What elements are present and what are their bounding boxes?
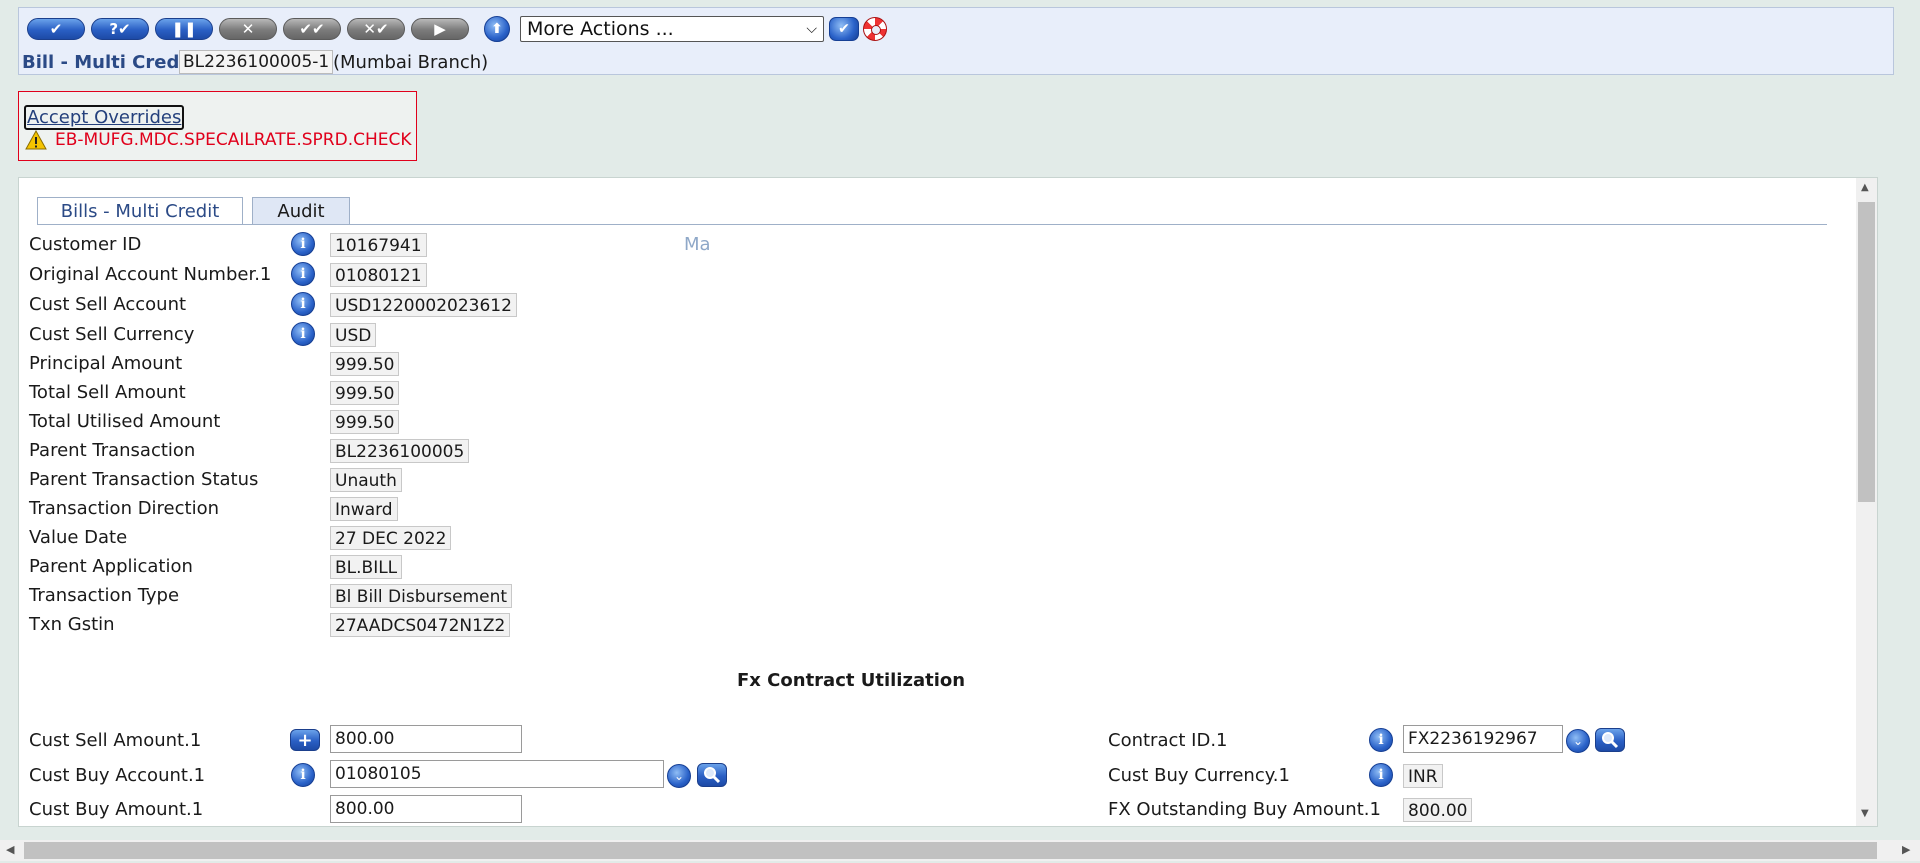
- cust-buy-amount-input[interactable]: 800.00: [330, 795, 522, 823]
- txn-gstin-label: Txn Gstin: [29, 614, 115, 635]
- lifebuoy-icon[interactable]: [863, 17, 887, 41]
- txn-gstin-value: 27AADCS0472N1Z2: [330, 613, 511, 637]
- cust-sell-amount-input[interactable]: 800.00: [330, 725, 522, 753]
- accept-overrides-link[interactable]: Accept Overrides: [24, 105, 185, 130]
- hold-button[interactable]: ❚❚: [155, 18, 213, 40]
- orig-account-label: Original Account Number.1: [29, 264, 272, 285]
- total-sell-amount-value: 999.50: [330, 381, 400, 405]
- info-icon[interactable]: i: [291, 232, 315, 256]
- fx-outstanding-label: FX Outstanding Buy Amount.1: [1108, 799, 1381, 820]
- scroll-right-icon[interactable]: ▶: [1902, 843, 1910, 856]
- cust-buy-currency-label: Cust Buy Currency.1: [1108, 765, 1290, 786]
- info-icon[interactable]: i: [291, 292, 315, 316]
- validate-button[interactable]: ?✔: [91, 18, 149, 40]
- cust-sell-currency-label: Cust Sell Currency: [29, 324, 195, 345]
- commit-button[interactable]: ✔: [27, 18, 85, 40]
- branch-label: (Mumbai Branch): [333, 52, 489, 73]
- info-icon[interactable]: i: [1369, 763, 1393, 787]
- more-actions-label: More Actions ...: [527, 18, 674, 40]
- chevron-down-icon[interactable]: ⌄: [1566, 729, 1590, 753]
- contract-id-label: Contract ID.1: [1108, 730, 1228, 751]
- principal-amount-value: 999.50: [330, 352, 400, 376]
- scroll-thumb[interactable]: [24, 842, 1877, 859]
- value-date-label: Value Date: [29, 527, 128, 548]
- authorise-button[interactable]: ✔✔: [283, 18, 341, 40]
- transaction-direction-value: Inward: [330, 497, 398, 521]
- record-id: BL2236100005-1: [179, 50, 334, 74]
- info-icon[interactable]: i: [1369, 728, 1393, 752]
- transaction-type-value: Bl Bill Disbursement: [330, 584, 513, 608]
- search-icon[interactable]: [1595, 728, 1625, 752]
- scroll-down-icon[interactable]: ▼: [1861, 808, 1869, 819]
- chevron-down-icon: ⌵: [806, 21, 817, 37]
- next-button[interactable]: ▶: [411, 18, 469, 40]
- cust-buy-currency-value: INR: [1403, 764, 1443, 788]
- main-panel: Bills - Multi Credit Audit Ma Customer I…: [18, 177, 1878, 827]
- parent-transaction-status-value: Unauth: [330, 468, 402, 492]
- cust-sell-account-value: USD1220002023612: [330, 293, 517, 317]
- cust-buy-amount-label: Cust Buy Amount.1: [29, 799, 204, 820]
- vertical-scrollbar[interactable]: ▲ ▼: [1856, 178, 1877, 826]
- total-utilised-amount-value: 999.50: [330, 410, 400, 434]
- more-actions-select[interactable]: More Actions ... ⌵: [520, 16, 824, 42]
- cust-buy-account-input[interactable]: 01080105: [330, 760, 664, 788]
- override-box: Accept Overrides EB-MUFG.MDC.SPECAILRATE…: [18, 91, 417, 161]
- customer-name-text: Ma: [684, 234, 711, 255]
- parent-transaction-value: BL2236100005: [330, 439, 470, 463]
- total-sell-amount-label: Total Sell Amount: [29, 382, 186, 403]
- info-icon[interactable]: i: [291, 322, 315, 346]
- chevron-down-icon[interactable]: ⌄: [667, 764, 691, 788]
- scroll-left-icon[interactable]: ◀: [6, 843, 14, 856]
- parent-application-value: BL.BILL: [330, 555, 403, 579]
- tab-bills-multi-credit[interactable]: Bills - Multi Credit: [37, 197, 243, 225]
- contract-id-input[interactable]: FX2236192967: [1403, 725, 1563, 753]
- horizontal-scrollbar[interactable]: ◀ ▶: [0, 840, 1920, 861]
- total-utilised-amount-label: Total Utilised Amount: [29, 411, 221, 432]
- info-icon[interactable]: i: [291, 763, 315, 787]
- add-icon[interactable]: +: [290, 729, 320, 751]
- parent-transaction-status-label: Parent Transaction Status: [29, 469, 259, 490]
- upload-icon[interactable]: ⬆: [484, 16, 510, 42]
- scroll-up-icon[interactable]: ▲: [1861, 182, 1869, 193]
- cust-sell-currency-value: USD: [330, 323, 377, 347]
- go-check-icon[interactable]: ✔: [829, 17, 859, 41]
- tab-audit[interactable]: Audit: [252, 197, 350, 225]
- transaction-type-label: Transaction Type: [29, 585, 180, 606]
- tab-divider: [37, 224, 1827, 225]
- principal-amount-label: Principal Amount: [29, 353, 183, 374]
- transaction-direction-label: Transaction Direction: [29, 498, 220, 519]
- toolbar-panel: ✔ ?✔ ❚❚ ✕ ✔✔ ✕✔ ▶ ⬆ More Actions ... ⌵ ✔…: [18, 7, 1894, 75]
- orig-account-value: 01080121: [330, 263, 427, 287]
- info-icon[interactable]: i: [291, 262, 315, 286]
- cust-buy-account-label: Cust Buy Account.1: [29, 765, 206, 786]
- customer-id-value: 10167941: [330, 233, 427, 257]
- page-title: Bill - Multi Credit: [22, 52, 195, 73]
- section-title: Fx Contract Utilization: [737, 670, 966, 691]
- reverse-button[interactable]: ✕✔: [347, 18, 405, 40]
- override-message: EB-MUFG.MDC.SPECAILRATE.SPRD.CHECK: [55, 130, 412, 150]
- warning-icon: [25, 130, 47, 150]
- search-icon[interactable]: [697, 763, 727, 787]
- cust-sell-account-label: Cust Sell Account: [29, 294, 187, 315]
- delete-button[interactable]: ✕: [219, 18, 277, 40]
- scroll-thumb[interactable]: [1858, 202, 1875, 502]
- cust-sell-amount-label: Cust Sell Amount.1: [29, 730, 202, 751]
- parent-transaction-label: Parent Transaction: [29, 440, 196, 461]
- customer-id-label: Customer ID: [29, 234, 142, 255]
- parent-application-label: Parent Application: [29, 556, 193, 577]
- value-date-value: 27 DEC 2022: [330, 526, 452, 550]
- fx-outstanding-value: 800.00: [1403, 798, 1473, 822]
